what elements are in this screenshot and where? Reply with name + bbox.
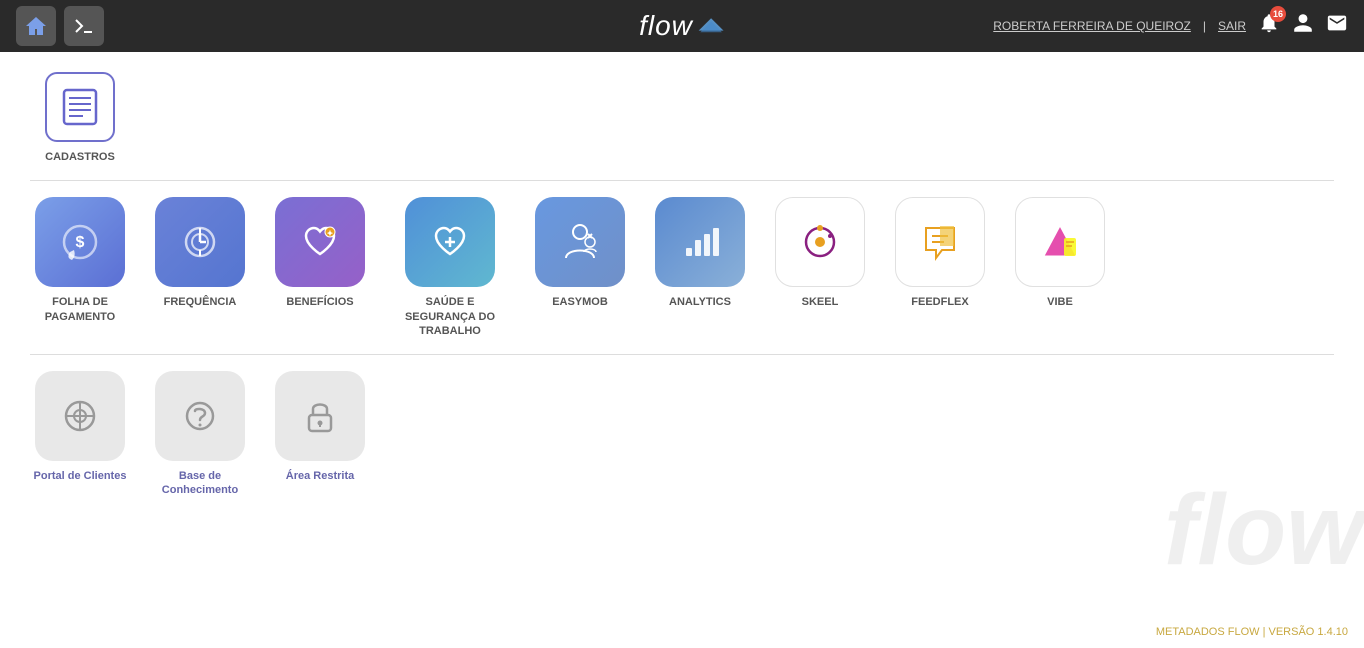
app-cadastros-label: CADASTROS bbox=[45, 150, 115, 164]
mail-button[interactable] bbox=[1326, 12, 1348, 40]
footer-text: METADADOS FLOW | VERSÃO 1.4.10 bbox=[1156, 626, 1348, 638]
svg-text:✦: ✦ bbox=[327, 229, 334, 238]
header-left bbox=[16, 6, 104, 46]
logo: flow bbox=[639, 10, 725, 42]
app-feedflex-label: FEEDFLEX bbox=[911, 295, 968, 309]
app-restrita[interactable]: Área Restrita bbox=[270, 371, 370, 483]
home-button[interactable] bbox=[16, 6, 56, 46]
header-right: ROBERTA FERREIRA DE QUEIROZ | SAIR 16 bbox=[993, 12, 1348, 40]
app-beneficios[interactable]: ✦ BENEFÍCIOS bbox=[270, 197, 370, 309]
app-frequencia-label: FREQUÊNCIA bbox=[164, 295, 237, 309]
app-portal[interactable]: Portal de Clientes bbox=[30, 371, 130, 483]
separator: | bbox=[1203, 19, 1206, 33]
cadastros-section: CADASTROS bbox=[30, 72, 1334, 164]
app-easymob[interactable]: EASYMOB bbox=[530, 197, 630, 309]
app-cadastros[interactable]: CADASTROS bbox=[30, 72, 130, 164]
terminal-button[interactable] bbox=[64, 6, 104, 46]
divider-2 bbox=[30, 354, 1334, 355]
notification-badge: 16 bbox=[1270, 6, 1286, 22]
app-beneficios-label: BENEFÍCIOS bbox=[286, 295, 353, 309]
sair-link[interactable]: SAIR bbox=[1218, 19, 1246, 33]
svg-text:$: $ bbox=[76, 234, 85, 251]
footer: METADADOS FLOW | VERSÃO 1.4.10 bbox=[1156, 626, 1348, 638]
app-skeel-label: SKEEL bbox=[802, 295, 839, 309]
app-saude-label: SAÚDE ESEGURANÇA DOTRABALHO bbox=[405, 295, 495, 338]
app-analytics[interactable]: ANALYTICS bbox=[650, 197, 750, 309]
notification-button[interactable]: 16 bbox=[1258, 12, 1280, 40]
app-vibe[interactable]: VIBE bbox=[1010, 197, 1110, 309]
app-portal-label: Portal de Clientes bbox=[34, 469, 127, 483]
app-skeel[interactable]: SKEEL bbox=[770, 197, 870, 309]
app-base-label: Base deConhecimento bbox=[162, 469, 238, 498]
app-frequencia[interactable]: FREQUÊNCIA bbox=[150, 197, 250, 309]
main-content: CADASTROS $ FOLHA DEPAGAMENTO bbox=[0, 52, 1364, 648]
app-feedflex[interactable]: FEEDFLEX bbox=[890, 197, 990, 309]
app-saude[interactable]: SAÚDE ESEGURANÇA DOTRABALHO bbox=[390, 197, 510, 338]
divider-1 bbox=[30, 180, 1334, 181]
apps-section: $ FOLHA DEPAGAMENTO bbox=[30, 197, 1334, 338]
app-folha[interactable]: $ FOLHA DEPAGAMENTO bbox=[30, 197, 130, 324]
app-vibe-label: VIBE bbox=[1047, 295, 1073, 309]
profile-button[interactable] bbox=[1292, 12, 1314, 40]
tools-section: Portal de Clientes Base deConhecimento bbox=[30, 371, 1334, 498]
app-base[interactable]: Base deConhecimento bbox=[150, 371, 250, 498]
app-folha-label: FOLHA DEPAGAMENTO bbox=[45, 295, 116, 324]
app-easymob-label: EASYMOB bbox=[552, 295, 608, 309]
app-restrita-label: Área Restrita bbox=[286, 469, 354, 483]
app-analytics-label: ANALYTICS bbox=[669, 295, 731, 309]
header: flow ROBERTA FERREIRA DE QUEIROZ | SAIR … bbox=[0, 0, 1364, 52]
user-name[interactable]: ROBERTA FERREIRA DE QUEIROZ bbox=[993, 19, 1191, 33]
logo-text: flow bbox=[639, 10, 693, 42]
